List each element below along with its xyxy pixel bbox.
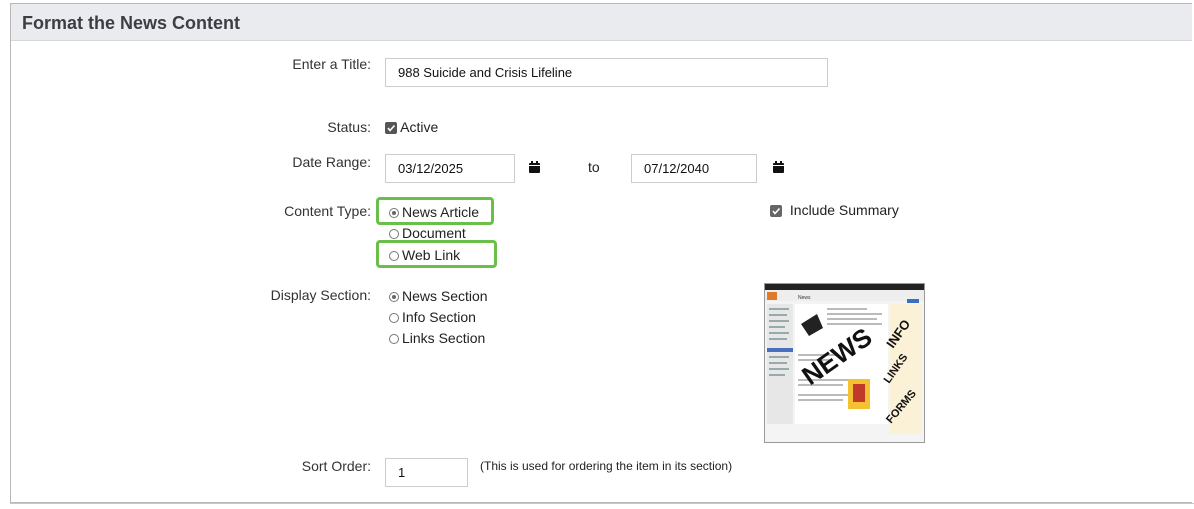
include-summary-label: Include Summary [789,202,899,218]
radio-empty-icon [389,334,399,345]
preview-illustration: News NEWS INFO LINKS FORMS [765,284,924,434]
section-preview-image: News NEWS INFO LINKS FORMS [764,283,925,443]
content-type-web-link[interactable]: Web Link [389,247,460,263]
option-label: Web Link [402,247,461,263]
radio-empty-icon [389,313,399,324]
include-summary-checkbox[interactable]: Include Summary [770,202,899,218]
title-label: Enter a Title: [292,56,371,72]
display-section-label: Display Section: [270,287,371,303]
sort-order-input[interactable]: 1 [385,458,468,487]
option-label: Info Section [402,309,476,325]
option-label: Links Section [402,330,486,346]
title-input[interactable]: 988 Suicide and Crisis Lifeline [385,58,828,87]
radio-selected-icon [389,208,399,219]
display-links-section[interactable]: Links Section [389,330,485,346]
sort-order-label: Sort Order: [301,458,371,474]
date-range-label: Date Range: [292,154,371,170]
radio-empty-icon [389,251,399,262]
radio-empty-icon [389,229,399,240]
radio-selected-icon [389,292,399,303]
start-calendar-icon[interactable] [529,161,540,173]
svg-text:News: News [798,295,811,301]
panel-title: Format the News Content [22,13,241,33]
content-type-news-article[interactable]: News Article [389,204,479,220]
status-active-label: Active [400,119,439,135]
start-date-input[interactable]: 03/12/2025 [385,154,515,183]
option-label: News Article [402,204,480,220]
end-date-input[interactable]: 07/12/2040 [631,154,757,183]
display-news-section[interactable]: News Section [389,288,488,304]
checkbox-checked-icon [770,205,782,218]
display-info-section[interactable]: Info Section [389,309,476,325]
date-separator: to [588,159,600,175]
panel-header: Format the News Content [11,4,1192,41]
checkbox-checked-icon [385,122,397,135]
status-active-checkbox[interactable]: Active [385,119,438,135]
content-type-label: Content Type: [284,203,371,219]
end-calendar-icon[interactable] [773,161,784,173]
option-label: Document [402,225,466,241]
status-label: Status: [327,119,371,135]
content-type-document[interactable]: Document [389,225,466,241]
sort-order-note: (This is used for ordering the item in i… [480,459,733,473]
option-label: News Section [402,288,488,304]
bottom-divider [10,503,1194,504]
